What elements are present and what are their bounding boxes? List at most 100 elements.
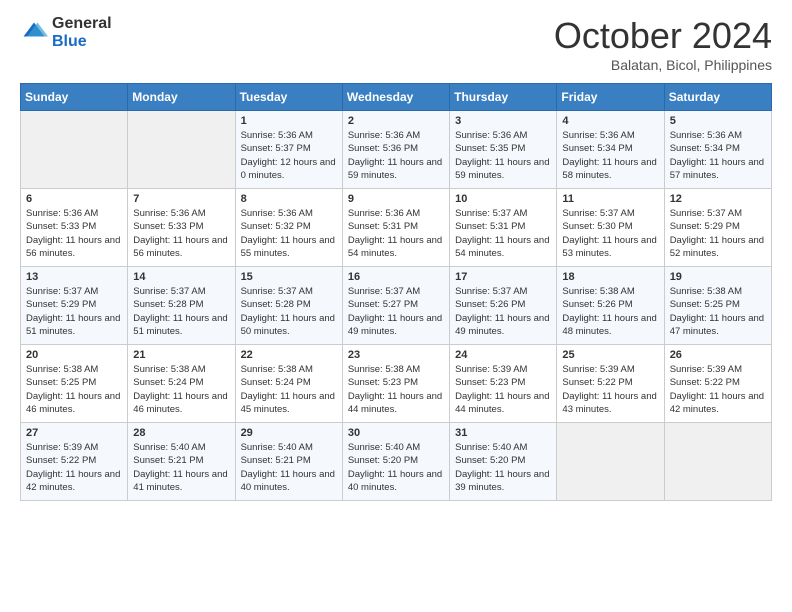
col-tuesday: Tuesday bbox=[235, 84, 342, 111]
day-number: 7 bbox=[133, 193, 229, 205]
day-number: 24 bbox=[455, 349, 551, 361]
day-number: 10 bbox=[455, 193, 551, 205]
daylight-text: Daylight: 11 hours and 54 minutes. bbox=[455, 235, 549, 259]
day-number: 15 bbox=[241, 271, 337, 283]
sunset-text: Sunset: 5:23 PM bbox=[455, 377, 525, 388]
cell-info: Sunrise: 5:38 AM Sunset: 5:24 PM Dayligh… bbox=[241, 363, 337, 416]
sunset-text: Sunset: 5:27 PM bbox=[348, 299, 418, 310]
col-monday: Monday bbox=[128, 84, 235, 111]
cell-info: Sunrise: 5:37 AM Sunset: 5:31 PM Dayligh… bbox=[455, 207, 551, 260]
sunset-text: Sunset: 5:26 PM bbox=[562, 299, 632, 310]
sunrise-text: Sunrise: 5:38 AM bbox=[26, 364, 98, 375]
day-cell: 25 Sunrise: 5:39 AM Sunset: 5:22 PM Dayl… bbox=[557, 345, 664, 423]
sunrise-text: Sunrise: 5:36 AM bbox=[241, 208, 313, 219]
daylight-text: Daylight: 11 hours and 42 minutes. bbox=[26, 469, 120, 493]
sunrise-text: Sunrise: 5:37 AM bbox=[562, 208, 634, 219]
cell-info: Sunrise: 5:39 AM Sunset: 5:23 PM Dayligh… bbox=[455, 363, 551, 416]
daylight-text: Daylight: 11 hours and 49 minutes. bbox=[348, 313, 442, 337]
col-friday: Friday bbox=[557, 84, 664, 111]
sunset-text: Sunset: 5:21 PM bbox=[133, 455, 203, 466]
sunrise-text: Sunrise: 5:39 AM bbox=[26, 442, 98, 453]
sunrise-text: Sunrise: 5:38 AM bbox=[670, 286, 742, 297]
daylight-text: Daylight: 11 hours and 54 minutes. bbox=[348, 235, 442, 259]
sunrise-text: Sunrise: 5:36 AM bbox=[348, 208, 420, 219]
day-cell: 21 Sunrise: 5:38 AM Sunset: 5:24 PM Dayl… bbox=[128, 345, 235, 423]
daylight-text: Daylight: 12 hours and 0 minutes. bbox=[241, 157, 336, 181]
cell-info: Sunrise: 5:36 AM Sunset: 5:34 PM Dayligh… bbox=[562, 129, 658, 182]
day-cell: 19 Sunrise: 5:38 AM Sunset: 5:25 PM Dayl… bbox=[664, 267, 771, 345]
sunset-text: Sunset: 5:30 PM bbox=[562, 221, 632, 232]
cell-info: Sunrise: 5:37 AM Sunset: 5:27 PM Dayligh… bbox=[348, 285, 444, 338]
sunrise-text: Sunrise: 5:37 AM bbox=[670, 208, 742, 219]
cell-info: Sunrise: 5:36 AM Sunset: 5:31 PM Dayligh… bbox=[348, 207, 444, 260]
daylight-text: Daylight: 11 hours and 53 minutes. bbox=[562, 235, 656, 259]
sunset-text: Sunset: 5:26 PM bbox=[455, 299, 525, 310]
cell-info: Sunrise: 5:36 AM Sunset: 5:35 PM Dayligh… bbox=[455, 129, 551, 182]
cell-info: Sunrise: 5:38 AM Sunset: 5:26 PM Dayligh… bbox=[562, 285, 658, 338]
sunset-text: Sunset: 5:34 PM bbox=[562, 143, 632, 154]
sunset-text: Sunset: 5:35 PM bbox=[455, 143, 525, 154]
day-cell: 11 Sunrise: 5:37 AM Sunset: 5:30 PM Dayl… bbox=[557, 189, 664, 267]
cell-info: Sunrise: 5:36 AM Sunset: 5:36 PM Dayligh… bbox=[348, 129, 444, 182]
day-cell: 15 Sunrise: 5:37 AM Sunset: 5:28 PM Dayl… bbox=[235, 267, 342, 345]
sunset-text: Sunset: 5:36 PM bbox=[348, 143, 418, 154]
daylight-text: Daylight: 11 hours and 55 minutes. bbox=[241, 235, 335, 259]
day-cell: 30 Sunrise: 5:40 AM Sunset: 5:20 PM Dayl… bbox=[342, 423, 449, 501]
day-number: 8 bbox=[241, 193, 337, 205]
sunset-text: Sunset: 5:20 PM bbox=[455, 455, 525, 466]
day-cell: 4 Sunrise: 5:36 AM Sunset: 5:34 PM Dayli… bbox=[557, 111, 664, 189]
sunset-text: Sunset: 5:20 PM bbox=[348, 455, 418, 466]
sunset-text: Sunset: 5:21 PM bbox=[241, 455, 311, 466]
day-number: 9 bbox=[348, 193, 444, 205]
day-number: 22 bbox=[241, 349, 337, 361]
daylight-text: Daylight: 11 hours and 44 minutes. bbox=[455, 391, 549, 415]
daylight-text: Daylight: 11 hours and 45 minutes. bbox=[241, 391, 335, 415]
cell-info: Sunrise: 5:36 AM Sunset: 5:37 PM Dayligh… bbox=[241, 129, 337, 182]
cell-info: Sunrise: 5:40 AM Sunset: 5:21 PM Dayligh… bbox=[133, 441, 229, 494]
week-row-5: 27 Sunrise: 5:39 AM Sunset: 5:22 PM Dayl… bbox=[21, 423, 772, 501]
day-cell: 3 Sunrise: 5:36 AM Sunset: 5:35 PM Dayli… bbox=[450, 111, 557, 189]
day-cell: 27 Sunrise: 5:39 AM Sunset: 5:22 PM Dayl… bbox=[21, 423, 128, 501]
sunset-text: Sunset: 5:22 PM bbox=[670, 377, 740, 388]
calendar-table: Sunday Monday Tuesday Wednesday Thursday… bbox=[20, 83, 772, 501]
day-number: 14 bbox=[133, 271, 229, 283]
sunrise-text: Sunrise: 5:37 AM bbox=[241, 286, 313, 297]
day-number: 12 bbox=[670, 193, 766, 205]
day-cell: 28 Sunrise: 5:40 AM Sunset: 5:21 PM Dayl… bbox=[128, 423, 235, 501]
day-cell: 12 Sunrise: 5:37 AM Sunset: 5:29 PM Dayl… bbox=[664, 189, 771, 267]
day-number: 2 bbox=[348, 115, 444, 127]
sunset-text: Sunset: 5:22 PM bbox=[26, 455, 96, 466]
daylight-text: Daylight: 11 hours and 46 minutes. bbox=[133, 391, 227, 415]
cell-info: Sunrise: 5:38 AM Sunset: 5:24 PM Dayligh… bbox=[133, 363, 229, 416]
sunset-text: Sunset: 5:29 PM bbox=[670, 221, 740, 232]
sunset-text: Sunset: 5:28 PM bbox=[133, 299, 203, 310]
sunset-text: Sunset: 5:24 PM bbox=[241, 377, 311, 388]
title-area: October 2024 Balatan, Bicol, Philippines bbox=[554, 15, 772, 73]
sunset-text: Sunset: 5:25 PM bbox=[26, 377, 96, 388]
sunrise-text: Sunrise: 5:37 AM bbox=[348, 286, 420, 297]
cell-info: Sunrise: 5:39 AM Sunset: 5:22 PM Dayligh… bbox=[670, 363, 766, 416]
sunrise-text: Sunrise: 5:36 AM bbox=[348, 130, 420, 141]
day-cell: 29 Sunrise: 5:40 AM Sunset: 5:21 PM Dayl… bbox=[235, 423, 342, 501]
day-cell: 10 Sunrise: 5:37 AM Sunset: 5:31 PM Dayl… bbox=[450, 189, 557, 267]
day-number: 4 bbox=[562, 115, 658, 127]
day-cell: 6 Sunrise: 5:36 AM Sunset: 5:33 PM Dayli… bbox=[21, 189, 128, 267]
logo-text: General Blue bbox=[52, 15, 112, 50]
day-cell: 13 Sunrise: 5:37 AM Sunset: 5:29 PM Dayl… bbox=[21, 267, 128, 345]
sunrise-text: Sunrise: 5:37 AM bbox=[26, 286, 98, 297]
sunrise-text: Sunrise: 5:36 AM bbox=[455, 130, 527, 141]
day-cell: 2 Sunrise: 5:36 AM Sunset: 5:36 PM Dayli… bbox=[342, 111, 449, 189]
day-number: 20 bbox=[26, 349, 122, 361]
sunrise-text: Sunrise: 5:39 AM bbox=[562, 364, 634, 375]
day-cell: 17 Sunrise: 5:37 AM Sunset: 5:26 PM Dayl… bbox=[450, 267, 557, 345]
logo: General Blue bbox=[20, 15, 112, 50]
day-cell: 9 Sunrise: 5:36 AM Sunset: 5:31 PM Dayli… bbox=[342, 189, 449, 267]
cell-info: Sunrise: 5:37 AM Sunset: 5:29 PM Dayligh… bbox=[670, 207, 766, 260]
cell-info: Sunrise: 5:37 AM Sunset: 5:30 PM Dayligh… bbox=[562, 207, 658, 260]
day-cell: 31 Sunrise: 5:40 AM Sunset: 5:20 PM Dayl… bbox=[450, 423, 557, 501]
sunset-text: Sunset: 5:37 PM bbox=[241, 143, 311, 154]
daylight-text: Daylight: 11 hours and 42 minutes. bbox=[670, 391, 764, 415]
logo-icon bbox=[20, 19, 48, 47]
day-cell: 1 Sunrise: 5:36 AM Sunset: 5:37 PM Dayli… bbox=[235, 111, 342, 189]
sunrise-text: Sunrise: 5:39 AM bbox=[455, 364, 527, 375]
